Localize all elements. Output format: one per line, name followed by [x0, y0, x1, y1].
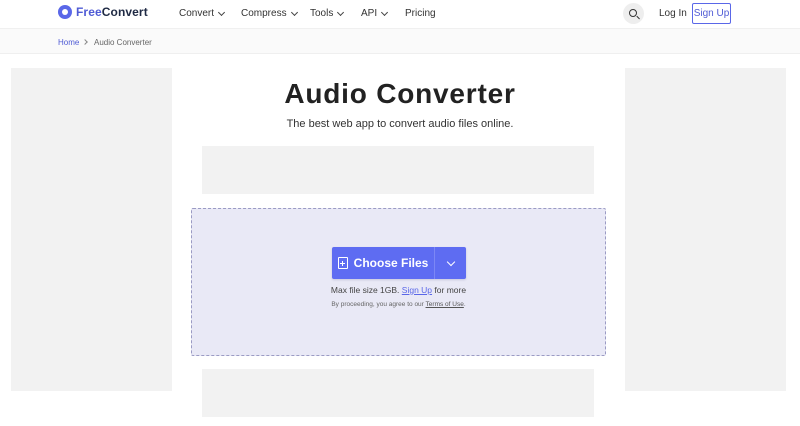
- chevron-right-icon: [82, 39, 88, 45]
- nav-item-label: API: [361, 8, 378, 19]
- page-title: Audio Converter: [284, 78, 516, 109]
- search-icon: [628, 8, 637, 17]
- nav-item-label: Pricing: [405, 8, 436, 19]
- breadcrumb: Home Audio Converter: [0, 28, 800, 54]
- nav-item-convert[interactable]: Convert: [179, 8, 226, 19]
- chevron-down-icon: [217, 8, 226, 16]
- choose-files-button[interactable]: Choose Files: [332, 247, 435, 279]
- chevron-down-icon: [381, 8, 389, 16]
- terms-text: By proceeding, you agree to our: [331, 301, 424, 308]
- ad-placeholder-right: [625, 68, 786, 391]
- ad-placeholder-bottom: [202, 369, 594, 417]
- choose-files-label: Choose Files: [353, 256, 429, 270]
- max-size-suffix: for more: [434, 285, 467, 295]
- max-file-size-note: Max file size 1GB. Sign Up for more: [192, 285, 605, 295]
- login-link[interactable]: Log In: [659, 8, 687, 19]
- nav-item-label: Convert: [179, 8, 215, 19]
- file-dropzone[interactable]: Choose Files Max file size 1GB. Sign Up …: [191, 208, 606, 356]
- site-header: FreeConvert Convert Compress Tools API P…: [0, 0, 800, 28]
- signup-link[interactable]: Sign Up: [402, 285, 432, 295]
- breadcrumb-current: Audio Converter: [94, 38, 152, 47]
- nav-item-label: Compress: [241, 8, 287, 19]
- chevron-down-icon: [446, 257, 455, 266]
- nav-item-tools[interactable]: Tools: [310, 8, 345, 19]
- terms-of-use-link[interactable]: Terms of Use: [426, 301, 464, 308]
- max-size-text: Max file size 1GB.: [330, 285, 400, 295]
- choose-source-dropdown-button[interactable]: [435, 247, 466, 279]
- chevron-down-icon: [290, 8, 298, 16]
- page-subtitle: The best web app to convert audio files …: [286, 118, 514, 130]
- terms-note: By proceeding, you agree to our Terms of…: [192, 301, 605, 308]
- breadcrumb-home-link[interactable]: Home: [58, 38, 79, 47]
- ad-placeholder-top: [202, 146, 594, 194]
- choose-files-button-group: Choose Files: [332, 247, 466, 279]
- chevron-down-icon: [337, 8, 345, 16]
- nav-item-api[interactable]: API: [361, 8, 389, 19]
- nav-item-label: Tools: [310, 8, 334, 19]
- terms-suffix: .: [463, 301, 466, 308]
- nav-item-compress[interactable]: Compress: [241, 8, 298, 19]
- search-button[interactable]: [623, 3, 644, 24]
- file-add-icon: [337, 257, 348, 269]
- signup-button[interactable]: Sign Up: [692, 3, 731, 24]
- nav-item-pricing[interactable]: Pricing: [405, 8, 436, 19]
- ad-placeholder-left: [11, 68, 172, 391]
